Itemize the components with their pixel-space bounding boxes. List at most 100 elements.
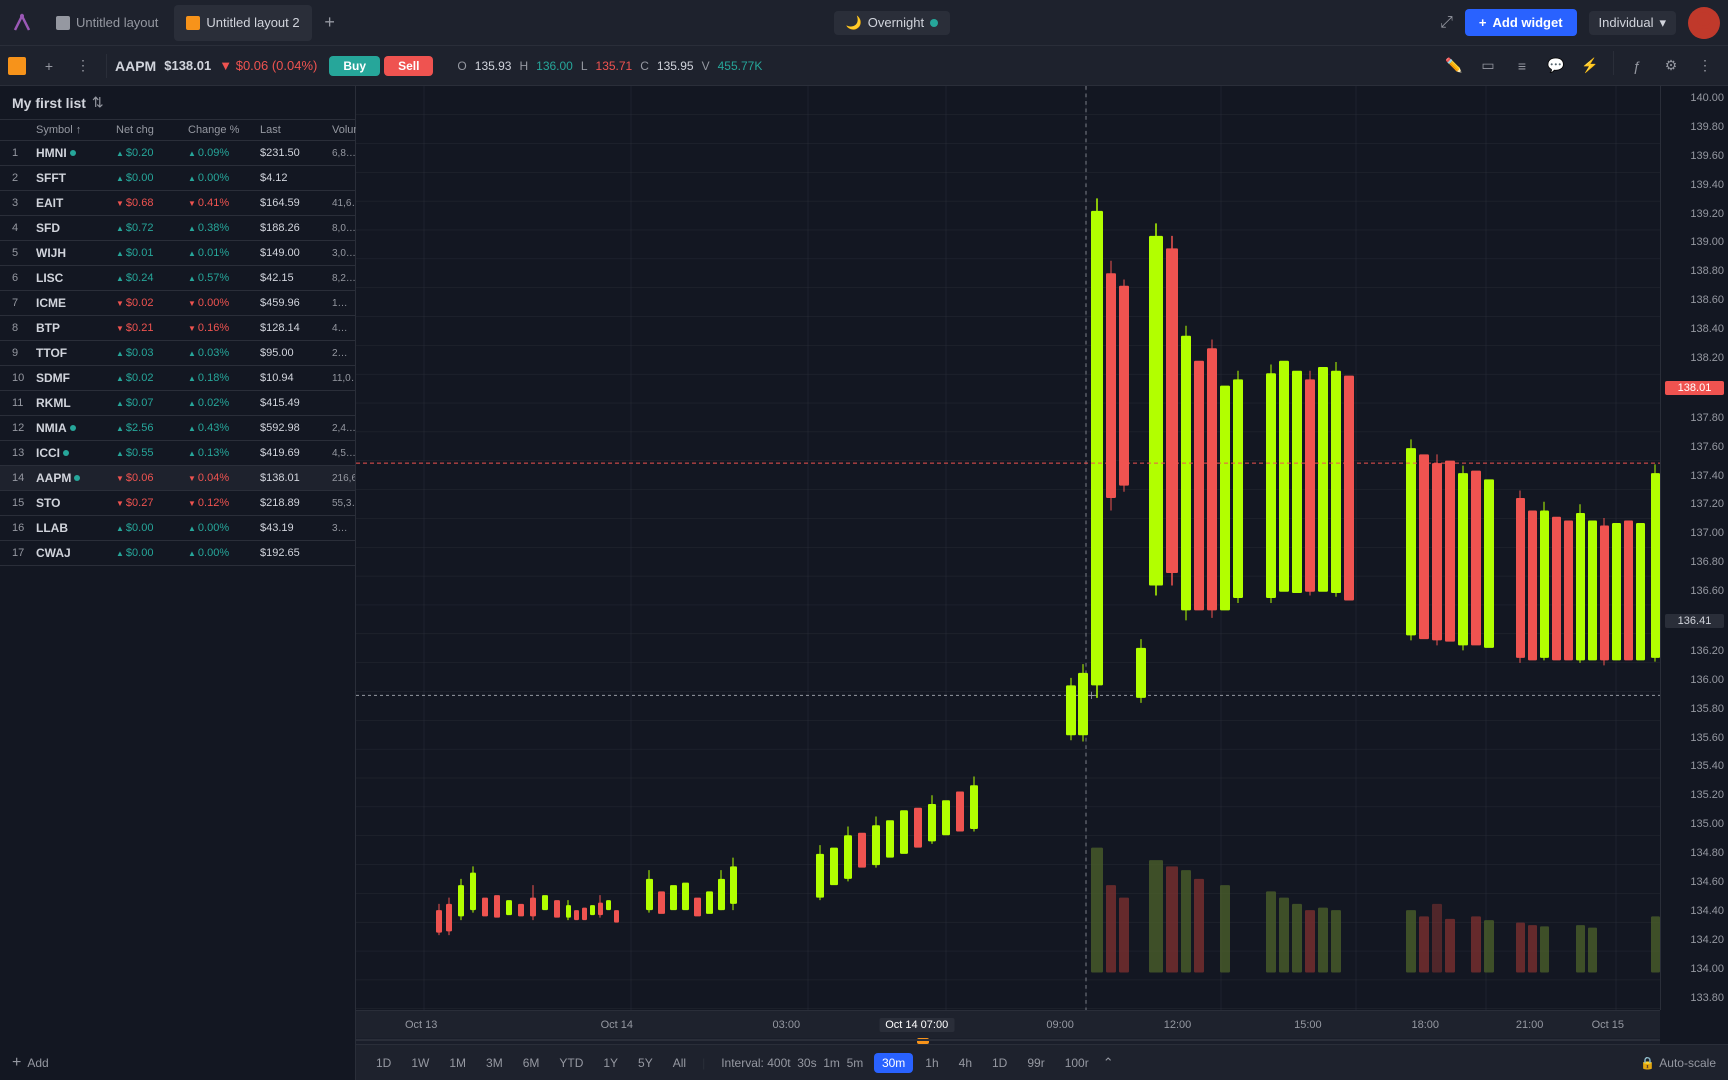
expand-icon[interactable]: ⤢ [1440, 14, 1453, 32]
table-row[interactable]: 3 EAIT $0.68 0.41% $164.59 41,6… [0, 191, 355, 216]
interval-chevron[interactable]: ⌃ [1103, 1055, 1114, 1071]
price-134-6: 134.60 [1665, 876, 1724, 888]
table-row[interactable]: 5 WIJH $0.01 0.01% $149.00 3,0… [0, 241, 355, 266]
col-num [12, 124, 36, 136]
table-row[interactable]: 8 BTP $0.21 0.16% $128.14 4… [0, 316, 355, 341]
add-stock-button[interactable]: + Add [0, 1046, 355, 1080]
table-row[interactable]: 2 SFFT $0.00 0.00% $4.12 [0, 166, 355, 191]
table-row[interactable]: 7 ICME $0.02 0.00% $459.96 1… [0, 291, 355, 316]
up-arrow-icon [188, 522, 196, 534]
chart-area[interactable]: + [356, 86, 1728, 1010]
price-134-8: 134.80 [1665, 847, 1724, 859]
col-symbol[interactable]: Symbol ↑ [36, 124, 116, 136]
layout-select[interactable]: Individual ▾ [1589, 11, 1676, 35]
interval-1y[interactable]: 1Y [595, 1053, 626, 1073]
symbol-name[interactable]: AAPM [115, 58, 156, 74]
price-135: 135.00 [1665, 818, 1724, 830]
table-row[interactable]: 14 AAPM $0.06 0.04% $138.01 216,6… [0, 466, 355, 491]
table-row[interactable]: 17 CWAJ $0.00 0.00% $192.65 [0, 541, 355, 566]
price-138-4: 138.40 [1665, 323, 1724, 335]
symbol-cell: NMIA [36, 421, 116, 435]
symbol-cell: WIJH [36, 246, 116, 260]
col-last[interactable]: Last [260, 124, 332, 136]
interval-5y[interactable]: 5Y [630, 1053, 661, 1073]
sell-button[interactable]: Sell [384, 56, 433, 76]
table-row[interactable]: 11 RKML $0.07 0.02% $415.49 [0, 391, 355, 416]
table-row[interactable]: 16 LLAB $0.00 0.00% $43.19 3… [0, 516, 355, 541]
overnight-button[interactable]: 🌙 Overnight [834, 11, 951, 35]
comment-tool[interactable]: 💬 [1541, 51, 1571, 81]
interval-6m[interactable]: 6M [515, 1053, 548, 1073]
table-row[interactable]: 10 SDMF $0.02 0.18% $10.94 11,0… [0, 366, 355, 391]
add-widget-toolbar-button[interactable]: + [34, 51, 64, 81]
row-number: 1 [12, 147, 36, 159]
change-pct: 0.00% [188, 547, 260, 559]
watchlist-icon [8, 57, 26, 75]
tab-untitled-layout[interactable]: Untitled layout [44, 5, 170, 41]
col-change[interactable]: Change % [188, 124, 260, 136]
buy-button[interactable]: Buy [329, 56, 380, 76]
net-change: $0.01 [116, 247, 188, 259]
settings-tool[interactable]: ⚙ [1656, 51, 1686, 81]
change-pct: 0.00% [188, 172, 260, 184]
tab-untitled-layout-2[interactable]: Untitled layout 2 [174, 5, 311, 41]
interval-1w[interactable]: 1W [403, 1053, 437, 1073]
range-bar [356, 1038, 1660, 1044]
interval-30m[interactable]: 30m [874, 1053, 913, 1073]
last-price: $419.69 [260, 447, 332, 459]
avatar[interactable] [1688, 7, 1720, 39]
down-arrow-icon [188, 472, 196, 484]
change-pct: 0.41% [188, 197, 260, 209]
up-arrow-icon [188, 422, 196, 434]
interval-4h[interactable]: 4h [951, 1053, 980, 1073]
interval-100r[interactable]: 100r [1057, 1053, 1097, 1073]
h-label: H [519, 59, 528, 73]
interval-1d[interactable]: 1D [368, 1053, 399, 1073]
up-arrow-icon [188, 397, 196, 409]
interval-3m[interactable]: 3M [478, 1053, 511, 1073]
table-row[interactable]: 13 ICCI $0.55 0.13% $419.69 4,5… [0, 441, 355, 466]
interval-1d-2[interactable]: 1D [984, 1053, 1015, 1073]
sort-icon[interactable]: ⇅ [92, 94, 104, 111]
change-pct: 0.38% [188, 222, 260, 234]
row-number: 10 [12, 372, 36, 384]
time-axis: Oct 13 Oct 14 03:00 0… Oct 14 07:00 09:0… [356, 1010, 1660, 1038]
c-label: C [640, 59, 649, 73]
table-row[interactable]: 1 HMNI $0.20 0.09% $231.50 6,8… [0, 141, 355, 166]
text-tool[interactable]: ≡ [1507, 51, 1537, 81]
volume: 3… [332, 523, 355, 534]
dot-icon [70, 425, 76, 431]
more-chart-options[interactable]: ⋮ [1690, 51, 1720, 81]
draw-tool[interactable]: ✏️ [1439, 51, 1469, 81]
row-number: 17 [12, 547, 36, 559]
table-row[interactable]: 12 NMIA $2.56 0.43% $592.98 2,4… [0, 416, 355, 441]
net-change: $0.20 [116, 147, 188, 159]
down-arrow-icon [188, 322, 196, 334]
table-row[interactable]: 4 SFD $0.72 0.38% $188.26 8,0… [0, 216, 355, 241]
symbol-info: AAPM $138.01 ▼ $0.06 (0.04%) [115, 58, 317, 74]
price-137-2: 137.20 [1665, 498, 1724, 510]
auto-scale-button[interactable]: 🔒 Auto-scale [1640, 1056, 1716, 1070]
add-tab-button[interactable]: + [316, 9, 344, 37]
net-change: $0.00 [116, 522, 188, 534]
interval-99r[interactable]: 99r [1019, 1053, 1052, 1073]
interval-1m[interactable]: 1M [441, 1053, 474, 1073]
interval-1h[interactable]: 1h [917, 1053, 946, 1073]
symbol-cell: LLAB [36, 521, 116, 535]
table-row[interactable]: 9 TTOF $0.03 0.03% $95.00 2… [0, 341, 355, 366]
price-136: 136.00 [1665, 674, 1724, 686]
interval-ytd[interactable]: YTD [551, 1053, 591, 1073]
table-row[interactable]: 15 STO $0.27 0.12% $218.89 55,3… [0, 491, 355, 516]
formula-tool[interactable]: ƒ [1622, 51, 1652, 81]
more-options-button[interactable]: ⋮ [68, 51, 98, 81]
rectangle-tool[interactable]: ▭ [1473, 51, 1503, 81]
up-arrow-icon [116, 247, 124, 259]
interval-separator: | [702, 1056, 705, 1070]
table-row[interactable]: 6 LISC $0.24 0.57% $42.15 8,2… [0, 266, 355, 291]
col-netchg[interactable]: Net chg [116, 124, 188, 136]
interval-all[interactable]: All [665, 1053, 694, 1073]
net-change: $2.56 [116, 422, 188, 434]
indicator-tool[interactable]: ⚡ [1575, 51, 1605, 81]
chevron-down-icon: ▾ [1659, 15, 1666, 31]
add-widget-button[interactable]: + Add widget [1465, 9, 1577, 36]
